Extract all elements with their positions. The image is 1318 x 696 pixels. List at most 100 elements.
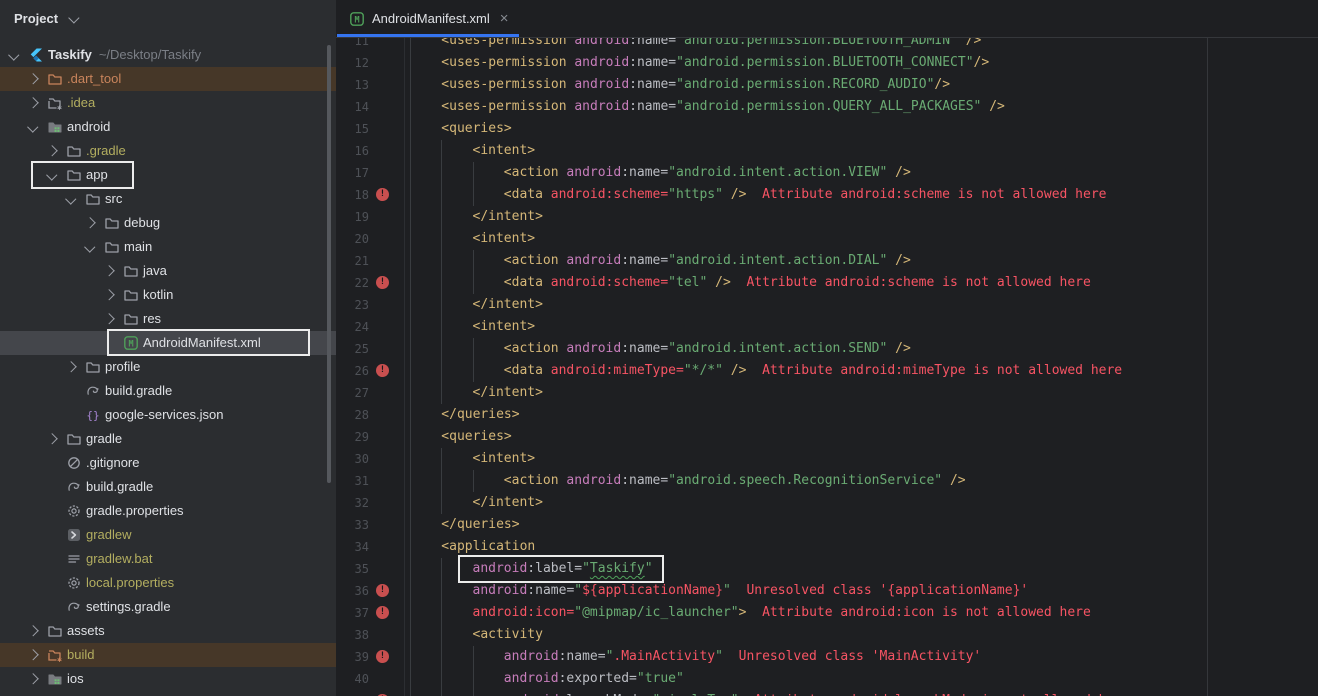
tree-item-label: settings.gradle bbox=[86, 595, 171, 619]
line-number: 13 bbox=[336, 74, 369, 96]
editor-line-15[interactable]: 15<queries> bbox=[336, 118, 1318, 140]
chevron-down-icon[interactable] bbox=[46, 169, 57, 180]
chevron-right-icon[interactable] bbox=[103, 265, 114, 276]
chevron-down-icon[interactable] bbox=[84, 241, 95, 252]
editor-line-21[interactable]: 21<action android:name="android.intent.a… bbox=[336, 250, 1318, 272]
tree-item-app[interactable]: app bbox=[0, 163, 336, 187]
tree-item-idea[interactable]: .idea bbox=[0, 91, 336, 115]
tree-item-kotlin[interactable]: kotlin bbox=[0, 283, 336, 307]
editor-line-38[interactable]: 38<activity bbox=[336, 624, 1318, 646]
tree-item-android[interactable]: android bbox=[0, 115, 336, 139]
editor-line-32[interactable]: 32</intent> bbox=[336, 492, 1318, 514]
editor-line-18[interactable]: 18!<data android:scheme="https" /> Attri… bbox=[336, 184, 1318, 206]
editor-line-35[interactable]: 35android:label="Taskify" bbox=[336, 558, 1318, 580]
editor-line-19[interactable]: 19</intent> bbox=[336, 206, 1318, 228]
tree-item-build-gradle[interactable]: build.gradle bbox=[0, 475, 336, 499]
tree-item-build-gradle[interactable]: build.gradle bbox=[0, 379, 336, 403]
project-scrollbar[interactable] bbox=[327, 45, 331, 483]
tree-item-build[interactable]: build bbox=[0, 643, 336, 667]
line-number: 41 bbox=[336, 690, 369, 696]
tab-androidmanifest-xml[interactable]: M AndroidManifest.xml × bbox=[337, 0, 519, 37]
tree-item-profile[interactable]: profile bbox=[0, 355, 336, 379]
tree-item-taskify[interactable]: Taskify~/Desktop/Taskify bbox=[0, 43, 336, 67]
tree-item-gradle[interactable]: .gradle bbox=[0, 139, 336, 163]
code-text: </intent> bbox=[410, 206, 543, 228]
editor-line-31[interactable]: 31<action android:name="android.speech.R… bbox=[336, 470, 1318, 492]
editor-line-20[interactable]: 20<intent> bbox=[336, 228, 1318, 250]
editor-line-36[interactable]: 36!android:name="${applicationName}" Unr… bbox=[336, 580, 1318, 602]
tree-item-main[interactable]: main bbox=[0, 235, 336, 259]
chevron-right-icon[interactable] bbox=[27, 625, 38, 636]
chevron-right-icon[interactable] bbox=[27, 97, 38, 108]
editor-line-17[interactable]: 17<action android:name="android.intent.a… bbox=[336, 162, 1318, 184]
line-number: 15 bbox=[336, 118, 369, 140]
tree-item-gradle[interactable]: gradle bbox=[0, 427, 336, 451]
code-text: <intent> bbox=[410, 448, 535, 470]
editor[interactable]: 11<uses-permission android:name="android… bbox=[336, 0, 1318, 696]
error-icon[interactable]: ! bbox=[376, 584, 389, 597]
error-icon[interactable]: ! bbox=[376, 606, 389, 619]
editor-line-27[interactable]: 27</intent> bbox=[336, 382, 1318, 404]
tree-item-ios[interactable]: ios bbox=[0, 667, 336, 691]
module-folder-icon bbox=[47, 119, 63, 135]
line-number: 21 bbox=[336, 250, 369, 272]
tree-item-src[interactable]: src bbox=[0, 187, 336, 211]
tree-item-debug[interactable]: debug bbox=[0, 211, 336, 235]
project-tree[interactable]: Taskify~/Desktop/Taskify.dart_tool.ideaa… bbox=[0, 0, 336, 696]
tree-item-local-properties[interactable]: local.properties bbox=[0, 571, 336, 595]
editor-line-24[interactable]: 24<intent> bbox=[336, 316, 1318, 338]
editor-line-23[interactable]: 23</intent> bbox=[336, 294, 1318, 316]
editor-line-41[interactable]: 41!android:launchMode="singleTop" Attrib… bbox=[336, 690, 1318, 696]
folder-star-orange-icon bbox=[47, 647, 63, 663]
tree-item-gitignore[interactable]: .gitignore bbox=[0, 451, 336, 475]
close-icon[interactable]: × bbox=[500, 11, 509, 26]
error-icon[interactable]: ! bbox=[376, 650, 389, 663]
error-icon[interactable]: ! bbox=[376, 188, 389, 201]
tree-item-gradlew-bat[interactable]: gradlew.bat bbox=[0, 547, 336, 571]
tree-item-gradle-properties[interactable]: gradle.properties bbox=[0, 499, 336, 523]
line-number: 34 bbox=[336, 536, 369, 558]
tree-item-res[interactable]: res bbox=[0, 307, 336, 331]
chevron-right-icon[interactable] bbox=[46, 145, 57, 156]
line-number: 37 bbox=[336, 602, 369, 624]
tree-item-settings-gradle[interactable]: settings.gradle bbox=[0, 595, 336, 619]
editor-line-25[interactable]: 25<action android:name="android.intent.a… bbox=[336, 338, 1318, 360]
error-icon[interactable]: ! bbox=[376, 276, 389, 289]
chevron-right-icon[interactable] bbox=[46, 433, 57, 444]
tree-item-java[interactable]: java bbox=[0, 259, 336, 283]
tree-item-path: ~/Desktop/Taskify bbox=[99, 47, 201, 62]
editor-line-22[interactable]: 22!<data android:scheme="tel" /> Attribu… bbox=[336, 272, 1318, 294]
editor-line-29[interactable]: 29<queries> bbox=[336, 426, 1318, 448]
chevron-down-icon[interactable] bbox=[8, 49, 19, 60]
chevron-down-icon[interactable] bbox=[65, 193, 76, 204]
folder-icon bbox=[104, 239, 120, 255]
chevron-right-icon[interactable] bbox=[103, 289, 114, 300]
editor-line-30[interactable]: 30<intent> bbox=[336, 448, 1318, 470]
editor-line-33[interactable]: 33</queries> bbox=[336, 514, 1318, 536]
tree-item-androidmanifest-xml[interactable]: MAndroidManifest.xml bbox=[0, 331, 336, 355]
editor-line-16[interactable]: 16<intent> bbox=[336, 140, 1318, 162]
tree-item-assets[interactable]: assets bbox=[0, 619, 336, 643]
editor-line-13[interactable]: 13<uses-permission android:name="android… bbox=[336, 74, 1318, 96]
tree-item-dart-tool[interactable]: .dart_tool bbox=[0, 67, 336, 91]
tree-item-google-services-json[interactable]: {}google-services.json bbox=[0, 403, 336, 427]
chevron-right-icon[interactable] bbox=[84, 217, 95, 228]
editor-line-12[interactable]: 12<uses-permission android:name="android… bbox=[336, 52, 1318, 74]
error-icon[interactable]: ! bbox=[376, 364, 389, 377]
editor-line-34[interactable]: 34<application bbox=[336, 536, 1318, 558]
chevron-right-icon[interactable] bbox=[103, 313, 114, 324]
line-number: 14 bbox=[336, 96, 369, 118]
editor-line-14[interactable]: 14<uses-permission android:name="android… bbox=[336, 96, 1318, 118]
chevron-right-icon[interactable] bbox=[27, 649, 38, 660]
editor-line-40[interactable]: 40android:exported="true" bbox=[336, 668, 1318, 690]
editor-line-28[interactable]: 28</queries> bbox=[336, 404, 1318, 426]
editor-code[interactable]: 11<uses-permission android:name="android… bbox=[336, 0, 1318, 696]
tree-item-gradlew[interactable]: gradlew bbox=[0, 523, 336, 547]
chevron-right-icon[interactable] bbox=[27, 73, 38, 84]
editor-line-39[interactable]: 39!android:name=".MainActivity" Unresolv… bbox=[336, 646, 1318, 668]
chevron-right-icon[interactable] bbox=[27, 673, 38, 684]
chevron-right-icon[interactable] bbox=[65, 361, 76, 372]
editor-line-26[interactable]: 26!<data android:mimeType="*/*" /> Attri… bbox=[336, 360, 1318, 382]
chevron-down-icon[interactable] bbox=[27, 121, 38, 132]
editor-line-37[interactable]: 37!android:icon="@mipmap/ic_launcher"> A… bbox=[336, 602, 1318, 624]
